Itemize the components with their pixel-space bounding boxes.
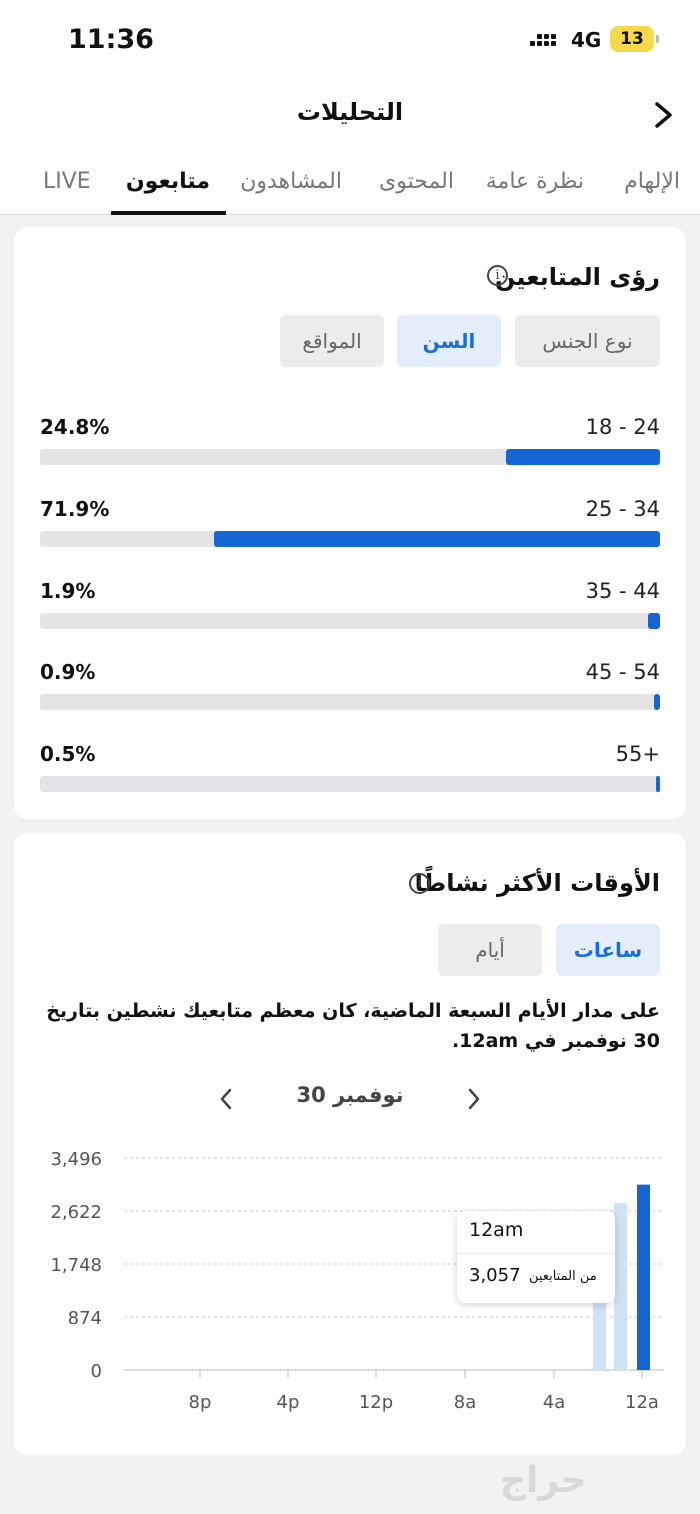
segment-gender[interactable]: نوع الجنس [515,315,660,367]
age-range: 18 - 24 [585,415,660,439]
app-header: التحليلات الإلهام نظرة عامة المحتوى المش… [0,80,700,215]
x-tick-label: 12a [625,1392,659,1413]
active-times-title: الأوقات الأكثر نشاطًا [414,869,660,897]
age-bar-track [40,694,660,710]
age-bar-track [40,613,660,629]
age-row: 0.5% 55+ [40,742,660,820]
status-time: 11:36 [68,24,154,55]
age-bar-fill [506,449,660,465]
segment-days[interactable]: أيام [438,924,542,976]
active-tab-indicator [111,211,226,215]
y-tick-label: 2,622 [50,1202,102,1223]
watermark-logo: حراج [500,1460,587,1501]
age-bar-track [40,531,660,547]
age-range: 25 - 34 [585,497,660,521]
tab-inspiration[interactable]: الإلهام [624,169,680,194]
info-icon[interactable]: i [409,873,430,894]
age-bar-fill [648,613,660,629]
age-percent: 0.9% [40,660,96,684]
insights-title: رؤى المتابعين [494,263,660,291]
chart-bar [637,1184,650,1370]
tooltip-value: 3,057 [469,1265,521,1286]
x-tick-label: 8p [189,1392,212,1413]
age-row: 1.9% 35 - 44 [40,579,660,657]
chart-tooltip: 12am 3,057 من المتابعين [457,1211,615,1303]
segment-locations[interactable]: المواقع [280,315,384,367]
chevron-right-icon[interactable] [652,98,676,132]
status-bar: 11:36 4G 13 [0,0,700,80]
age-bar-fill [654,694,660,710]
chart-bar [593,1300,606,1370]
tab-followers[interactable]: متابعون [126,169,210,194]
age-bar-fill [656,776,660,792]
age-row: 71.9% 25 - 34 [40,497,660,575]
segment-hours[interactable]: ساعات [556,924,660,976]
battery-icon: 13 [610,26,659,52]
tab-viewers[interactable]: المشاهدون [240,169,342,194]
age-range: 45 - 54 [585,660,660,684]
y-tick-label: 874 [68,1308,102,1329]
y-tick-label: 1,748 [50,1255,102,1276]
date-label: 30 نوفمبر [296,1083,404,1107]
chevron-right-icon[interactable] [467,1087,481,1111]
age-row: 0.9% 45 - 54 [40,660,660,738]
age-bar-fill [214,531,660,547]
x-tick-label: 4p [277,1392,300,1413]
tab-live[interactable]: LIVE [43,169,91,194]
active-times-card: الأوقات الأكثر نشاطًا i ساعات أيام على م… [14,833,686,1455]
y-tick-label: 0 [91,1361,102,1382]
network-label: 4G [571,28,602,52]
age-range: 35 - 44 [585,579,660,603]
tooltip-divider [457,1253,615,1254]
age-bar-track [40,449,660,465]
follower-insights-card: رؤى المتابعين i نوع الجنس السن المواقع 2… [14,227,686,819]
y-tick-label: 3,496 [50,1149,102,1170]
x-tick-label: 4a [543,1392,565,1413]
date-navigator: 30 نوفمبر [14,1081,686,1121]
age-row: 24.8% 18 - 24 [40,415,660,493]
tooltip-time: 12am [469,1219,524,1241]
x-tick-label: 12p [359,1392,393,1413]
age-percent: 71.9% [40,497,110,521]
segment-age[interactable]: السن [397,315,501,367]
info-icon[interactable]: i [487,265,508,286]
active-times-description: على مدار الأيام السبعة الماضية، كان معظم… [46,1000,660,1052]
tab-overview[interactable]: نظرة عامة [486,169,584,194]
tab-bar: الإلهام نظرة عامة المحتوى المشاهدون متاب… [0,164,700,215]
tooltip-label: من المتابعين [529,1269,597,1284]
age-percent: 1.9% [40,579,96,603]
age-percent: 24.8% [40,415,110,439]
age-bar-track [40,776,660,792]
tab-content[interactable]: المحتوى [379,169,454,194]
x-tick-label: 8a [454,1392,476,1413]
age-percent: 0.5% [40,742,96,766]
signal-icon [530,32,560,50]
page-title: التحليلات [296,98,404,126]
age-range: 55+ [615,742,660,766]
chart-bar [614,1203,627,1370]
